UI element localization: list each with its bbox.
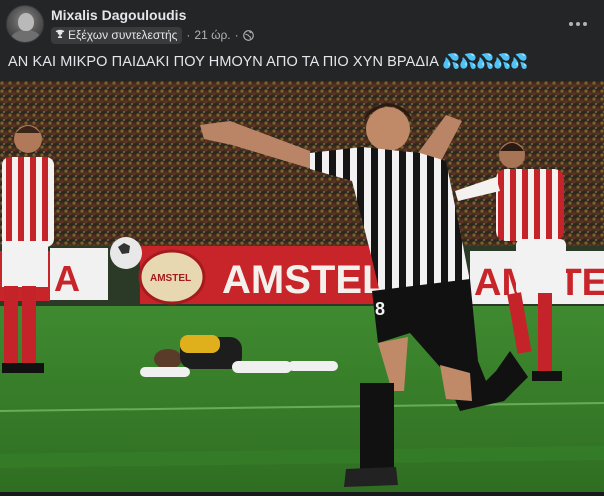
more-dot [576,22,580,26]
post-meta: Εξέχων συντελεστής · 21 ώρ. · [51,26,254,44]
trophy-icon [55,28,65,42]
author-name[interactable]: Mixalis Dagouloudis [51,7,186,23]
author-avatar[interactable] [6,5,44,43]
globe-icon[interactable] [242,29,254,41]
more-dot [569,22,573,26]
post-text: ΑΝ ΚΑΙ ΜΙΚΡΟ ΠΑΙΔΑΚΙ ΠΟΥ ΗΜΟΥΝ ΑΠΟ ΤΑ ΠΙ… [8,53,528,70]
post-photo[interactable]: A AMSTEL AMSTEL AMSTEL [0,81,604,492]
avatar-face [18,13,34,31]
ad-board-left-text: A [54,258,80,299]
post-header: Mixalis Dagouloudis Εξέχων συντελεστής ·… [0,0,604,48]
post-caption: ΑΝ ΚΑΙ ΜΙΚΡΟ ΠΑΙΔΑΚΙ ΠΟΥ ΗΜΟΥΝ ΑΠΟ ΤΑ ΠΙ… [8,54,440,70]
sweat-droplets-emoji: 💦💦💦💦💦 [442,54,528,70]
ad-board-main-text: AMSTEL [222,258,386,302]
facebook-post: Mixalis Dagouloudis Εξέχων συντελεστής ·… [0,0,604,496]
post-footer-divider [0,492,604,496]
svg-text:AMSTEL: AMSTEL [150,273,191,284]
meta-separator: · [186,28,191,42]
more-options-button[interactable] [564,12,592,36]
post-timestamp[interactable]: 21 ώρ. [194,28,230,42]
more-dot [583,22,587,26]
avatar-shoulders [11,30,41,42]
badge-label: Εξέχων συντελεστής [68,28,178,42]
player-number: 8 [375,299,385,319]
meta-separator-2: · [234,28,239,42]
football-celebration-image: A AMSTEL AMSTEL AMSTEL [0,81,604,492]
top-contributor-badge[interactable]: Εξέχων συντελεστής [51,26,183,44]
